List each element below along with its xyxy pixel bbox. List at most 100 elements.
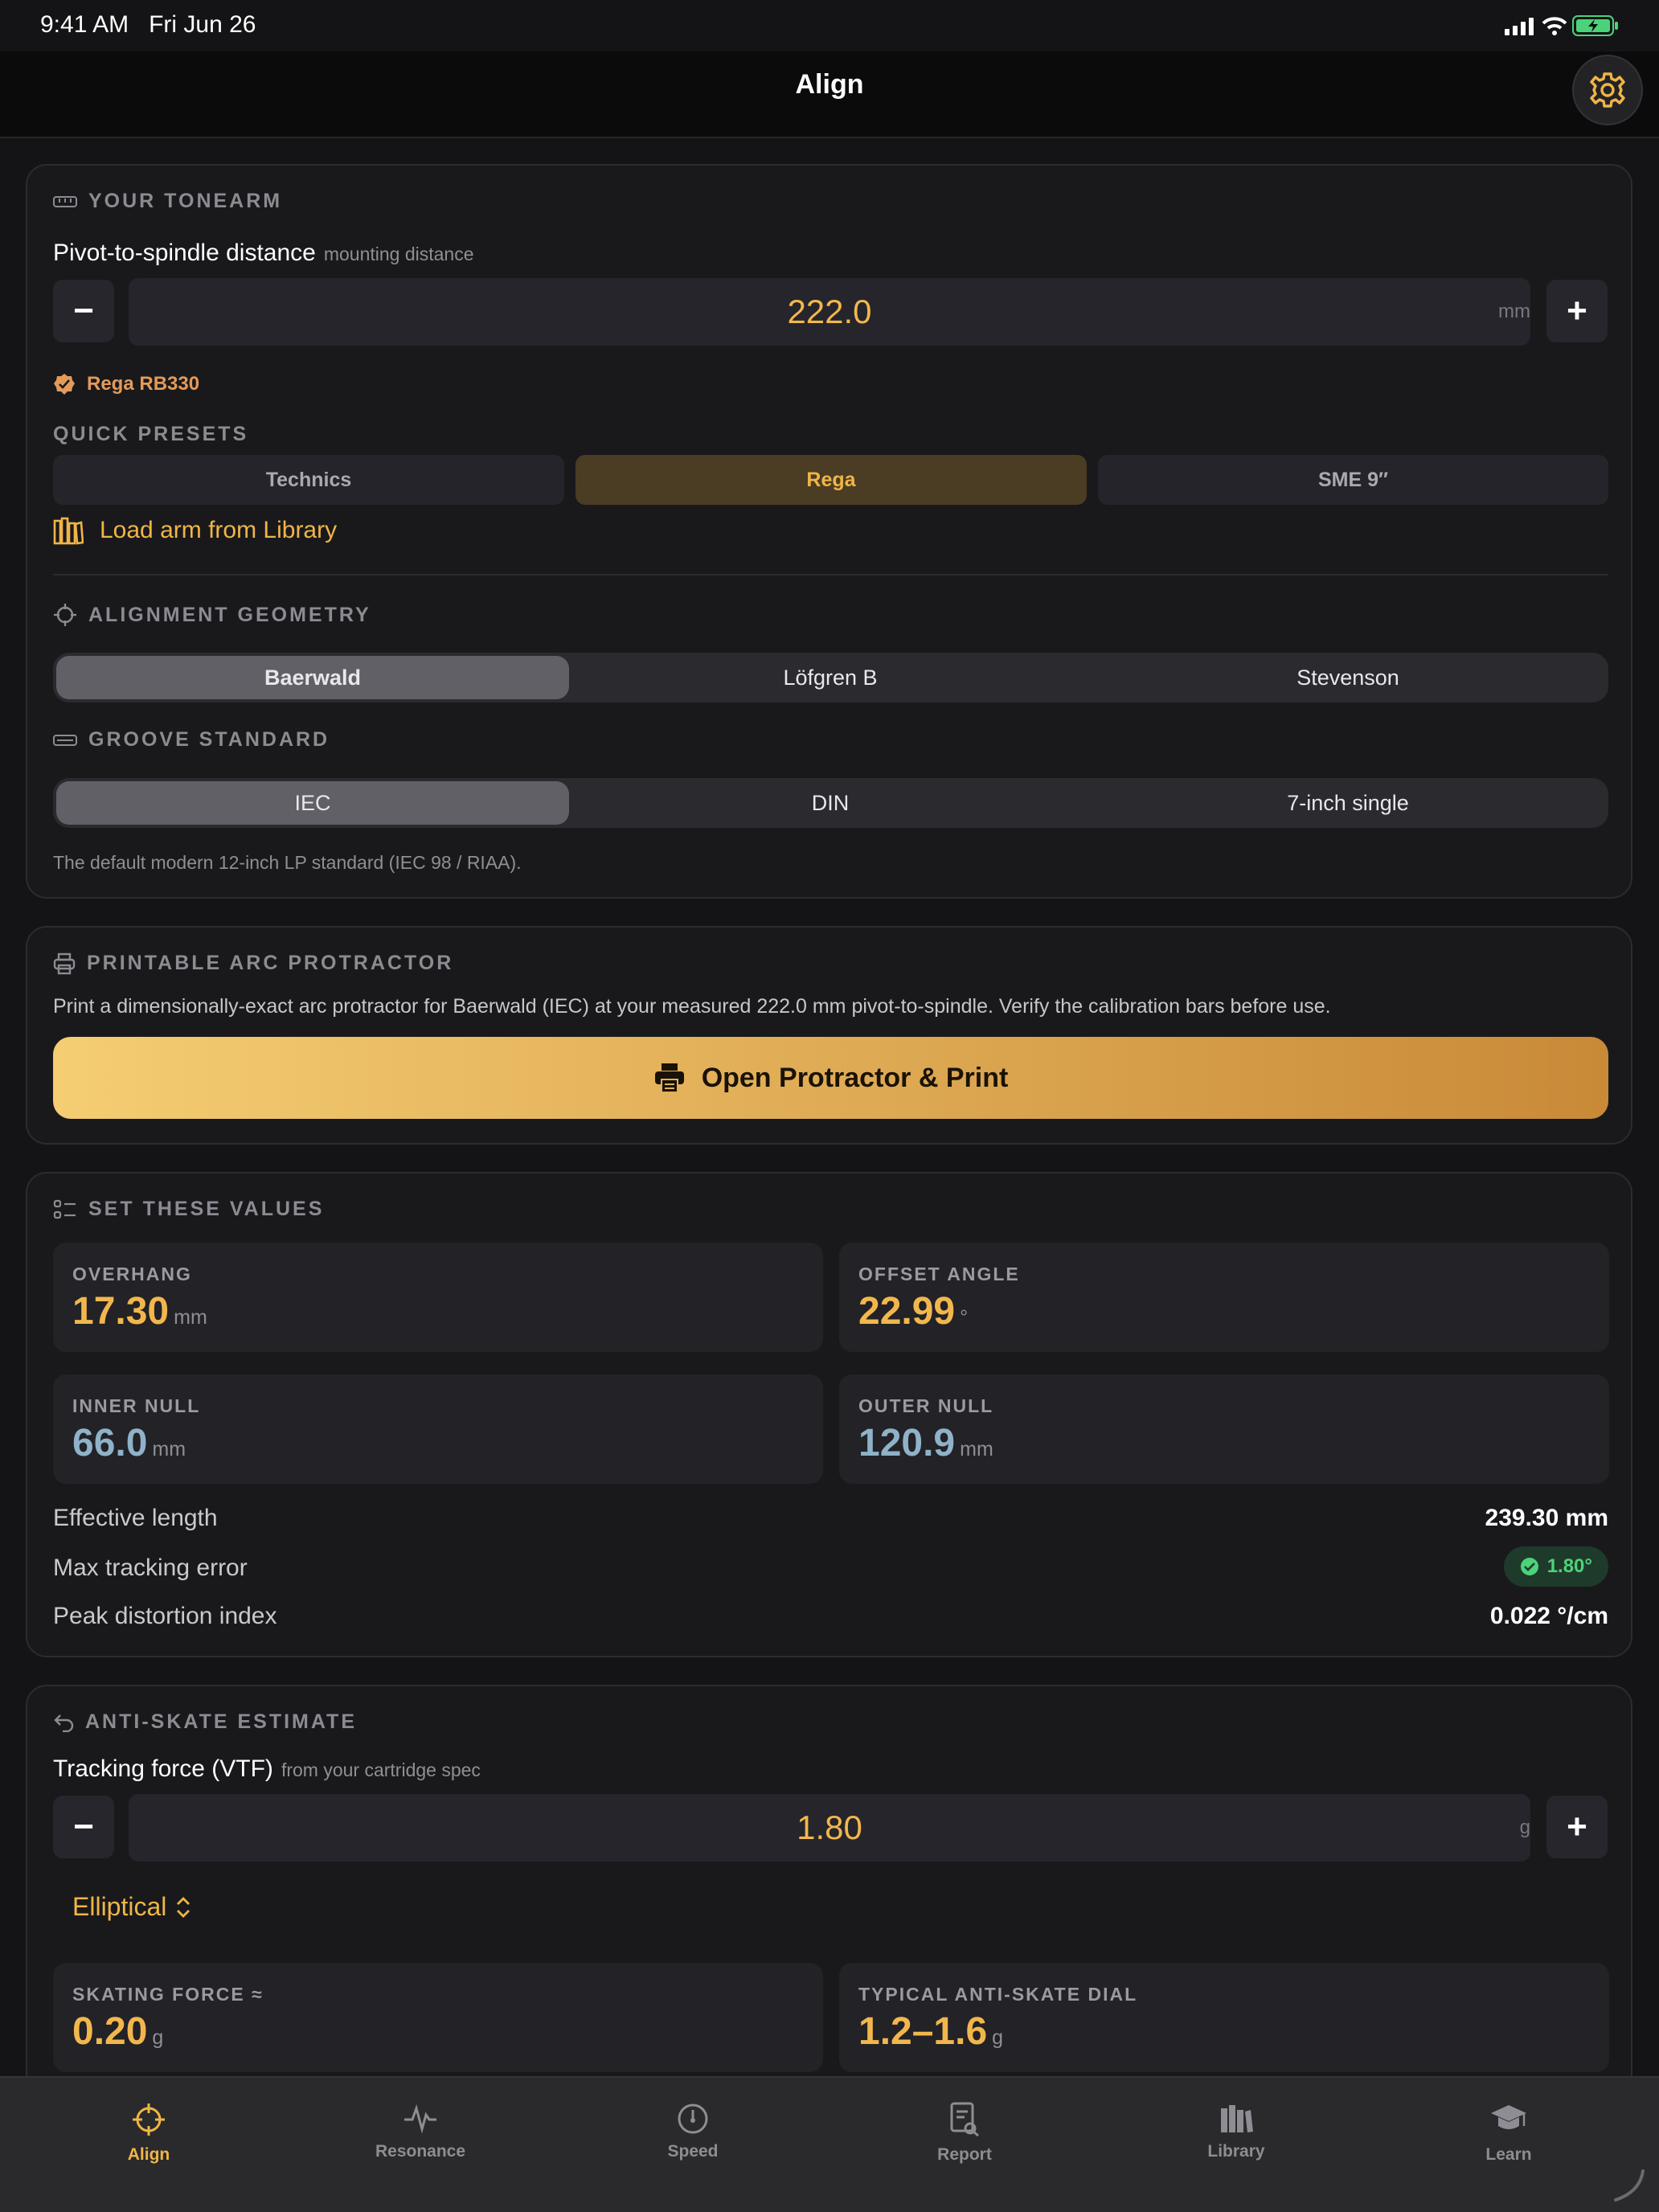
load-library-button[interactable]: Load arm from Library — [53, 516, 337, 545]
force-decrement-button[interactable]: − — [53, 1796, 114, 1858]
values-card: SET THESE VALUES OVERHANG 17.30 mm OFFSET… — [26, 1172, 1632, 1657]
groove-segmented-control: IEC DIN 7-inch single — [53, 778, 1608, 828]
tile-label: SKATING FORCE ≈ — [72, 1984, 264, 2005]
waveform-icon — [404, 2103, 436, 2134]
effective-length-row: Effective length 239.30 mm — [53, 1505, 1608, 1531]
preset-rega[interactable]: Rega — [576, 455, 1087, 505]
navigation-bar: Align — [0, 51, 1659, 138]
checkmark-circle-icon — [1520, 1558, 1538, 1575]
tab-bar: Align Resonance Speed Report Library Lea… — [0, 2076, 1659, 2212]
divider — [53, 574, 1608, 576]
tab-resonance[interactable]: Resonance — [340, 2102, 501, 2161]
ruler-icon — [53, 195, 77, 207]
tab-speed[interactable]: Speed — [612, 2102, 773, 2161]
graduation-cap-icon — [1491, 2105, 1526, 2129]
peak-distortion-row: Peak distortion index 0.022 °/cm — [53, 1603, 1608, 1629]
antiskate-dial-tile: TYPICAL ANTI-SKATE DIAL 1.2–1.6 g — [839, 1963, 1609, 2072]
force-increment-button[interactable]: + — [1546, 1796, 1608, 1858]
tonearm-card: YOUR TONEARM Pivot-to-spindle distance mo… — [26, 164, 1632, 899]
geometry-segmented-control: Baerwald Löfgren B Stevenson — [53, 653, 1608, 703]
groove-option-din[interactable]: DIN — [574, 778, 1087, 828]
presets-row: Technics Rega SME 9″ — [53, 455, 1608, 505]
tonearm-section-header: YOUR TONEARM — [53, 190, 282, 213]
inner-null-tile: INNER NULL 66.0 mm — [53, 1374, 823, 1484]
stylus-picker[interactable]: Elliptical — [72, 1892, 192, 1922]
tile-label: OVERHANG — [72, 1264, 192, 1284]
force-input[interactable]: 1.80 g — [129, 1794, 1530, 1862]
open-protractor-button[interactable]: Open Protractor & Print — [53, 1037, 1608, 1119]
tab-report[interactable]: Report — [884, 2102, 1045, 2165]
distance-input[interactable]: 222.0 mm — [129, 278, 1530, 346]
groove-option-7inch[interactable]: 7-inch single — [1092, 778, 1604, 828]
presets-title: QUICK PRESETS — [53, 423, 249, 445]
tile-value: 22.99 ° — [858, 1290, 969, 1333]
tracking-error-badge: 1.80° — [1503, 1546, 1608, 1587]
skating-force-tile: SKATING FORCE ≈ 0.20 g — [53, 1963, 823, 2072]
signal-icon — [1505, 18, 1534, 35]
protractor-card: PRINTABLE ARC PROTRACTOR Print a dimensi… — [26, 926, 1632, 1145]
distance-value: 222.0 — [787, 293, 872, 330]
tile-value: 1.2–1.6 g — [858, 2010, 1004, 2053]
force-unit: g — [1519, 1817, 1530, 1838]
tile-label: TYPICAL ANTI-SKATE DIAL — [858, 1984, 1138, 2005]
distance-label: Pivot-to-spindle distance mounting distan… — [53, 240, 474, 266]
outer-null-tile: OUTER NULL 120.9 mm — [839, 1374, 1609, 1484]
groove-icon — [53, 734, 77, 746]
antiskate-section-header: ANTI-SKATE ESTIMATE — [53, 1710, 357, 1734]
geometry-option-lofgren[interactable]: Löfgren B — [574, 653, 1087, 703]
crosshair-icon — [133, 2103, 165, 2136]
tile-value: 0.20 g — [72, 2010, 164, 2053]
status-time: 9:41 AM Fri Jun 26 — [40, 11, 256, 38]
wifi-icon — [1542, 17, 1567, 35]
values-section-header: SET THESE VALUES — [53, 1198, 324, 1221]
force-value: 1.80 — [797, 1809, 862, 1846]
checklist-icon — [53, 1199, 76, 1219]
protractor-section-header: PRINTABLE ARC PROTRACTOR — [53, 952, 453, 975]
offset-angle-tile: OFFSET ANGLE 22.99 ° — [839, 1243, 1609, 1352]
matched-arm-badge: Rega RB330 — [53, 373, 199, 395]
tile-label: OFFSET ANGLE — [858, 1264, 1020, 1284]
chevron-updown-icon — [177, 1896, 190, 1918]
distance-increment-button[interactable]: + — [1546, 280, 1608, 342]
speedometer-icon — [678, 2103, 708, 2134]
tile-label: OUTER NULL — [858, 1395, 994, 1416]
books-icon — [1221, 2105, 1253, 2132]
status-bar: 9:41 AM Fri Jun 26 — [0, 0, 1659, 51]
page-title: Align — [795, 69, 864, 100]
tab-learn[interactable]: Learn — [1428, 2102, 1589, 2165]
overhang-tile: OVERHANG 17.30 mm — [53, 1243, 823, 1352]
tab-library[interactable]: Library — [1156, 2102, 1317, 2161]
printer-icon — [654, 1063, 684, 1093]
tab-align[interactable]: Align — [68, 2102, 229, 2165]
tile-value: 66.0 mm — [72, 1422, 186, 1464]
tile-label: INNER NULL — [72, 1395, 201, 1416]
antiskate-card: ANTI-SKATE ESTIMATE Tracking force (VTF)… — [26, 1685, 1632, 2103]
settings-button[interactable] — [1572, 55, 1643, 125]
section-title: YOUR TONEARM — [88, 190, 283, 212]
verified-badge-icon — [54, 374, 75, 395]
geometry-section-header: ALIGNMENT GEOMETRY — [53, 603, 371, 627]
protractor-description: Print a dimensionally-exact arc protract… — [53, 995, 1331, 1018]
groove-option-iec[interactable]: IEC — [56, 778, 569, 828]
gear-icon — [1590, 72, 1625, 108]
distance-decrement-button[interactable]: − — [53, 280, 114, 342]
return-arrow-icon — [54, 1714, 74, 1732]
preset-technics[interactable]: Technics — [53, 455, 564, 505]
preset-sme[interactable]: SME 9″ — [1098, 455, 1608, 505]
distance-sublabel: mounting distance — [323, 244, 474, 264]
distance-unit: mm — [1498, 301, 1530, 322]
force-sublabel: from your cartridge spec — [281, 1759, 481, 1780]
geometry-option-baerwald[interactable]: Baerwald — [56, 653, 569, 703]
groove-description: The default modern 12-inch LP standard (… — [53, 852, 522, 873]
resize-handle-icon[interactable] — [1611, 2168, 1646, 2203]
books-icon — [53, 517, 84, 545]
max-tracking-error-row: Max tracking error 1.80° — [53, 1546, 1608, 1587]
geometry-option-stevenson[interactable]: Stevenson — [1092, 653, 1604, 703]
tile-value: 17.30 mm — [72, 1290, 207, 1333]
tile-value: 120.9 mm — [858, 1422, 993, 1464]
printer-icon — [53, 952, 76, 974]
report-icon — [950, 2102, 979, 2137]
peak-distortion-value: 0.022 °/cm — [1489, 1603, 1608, 1629]
force-label: Tracking force (VTF) from your cartridge … — [53, 1755, 481, 1782]
effective-length-value: 239.30 mm — [1485, 1505, 1608, 1531]
